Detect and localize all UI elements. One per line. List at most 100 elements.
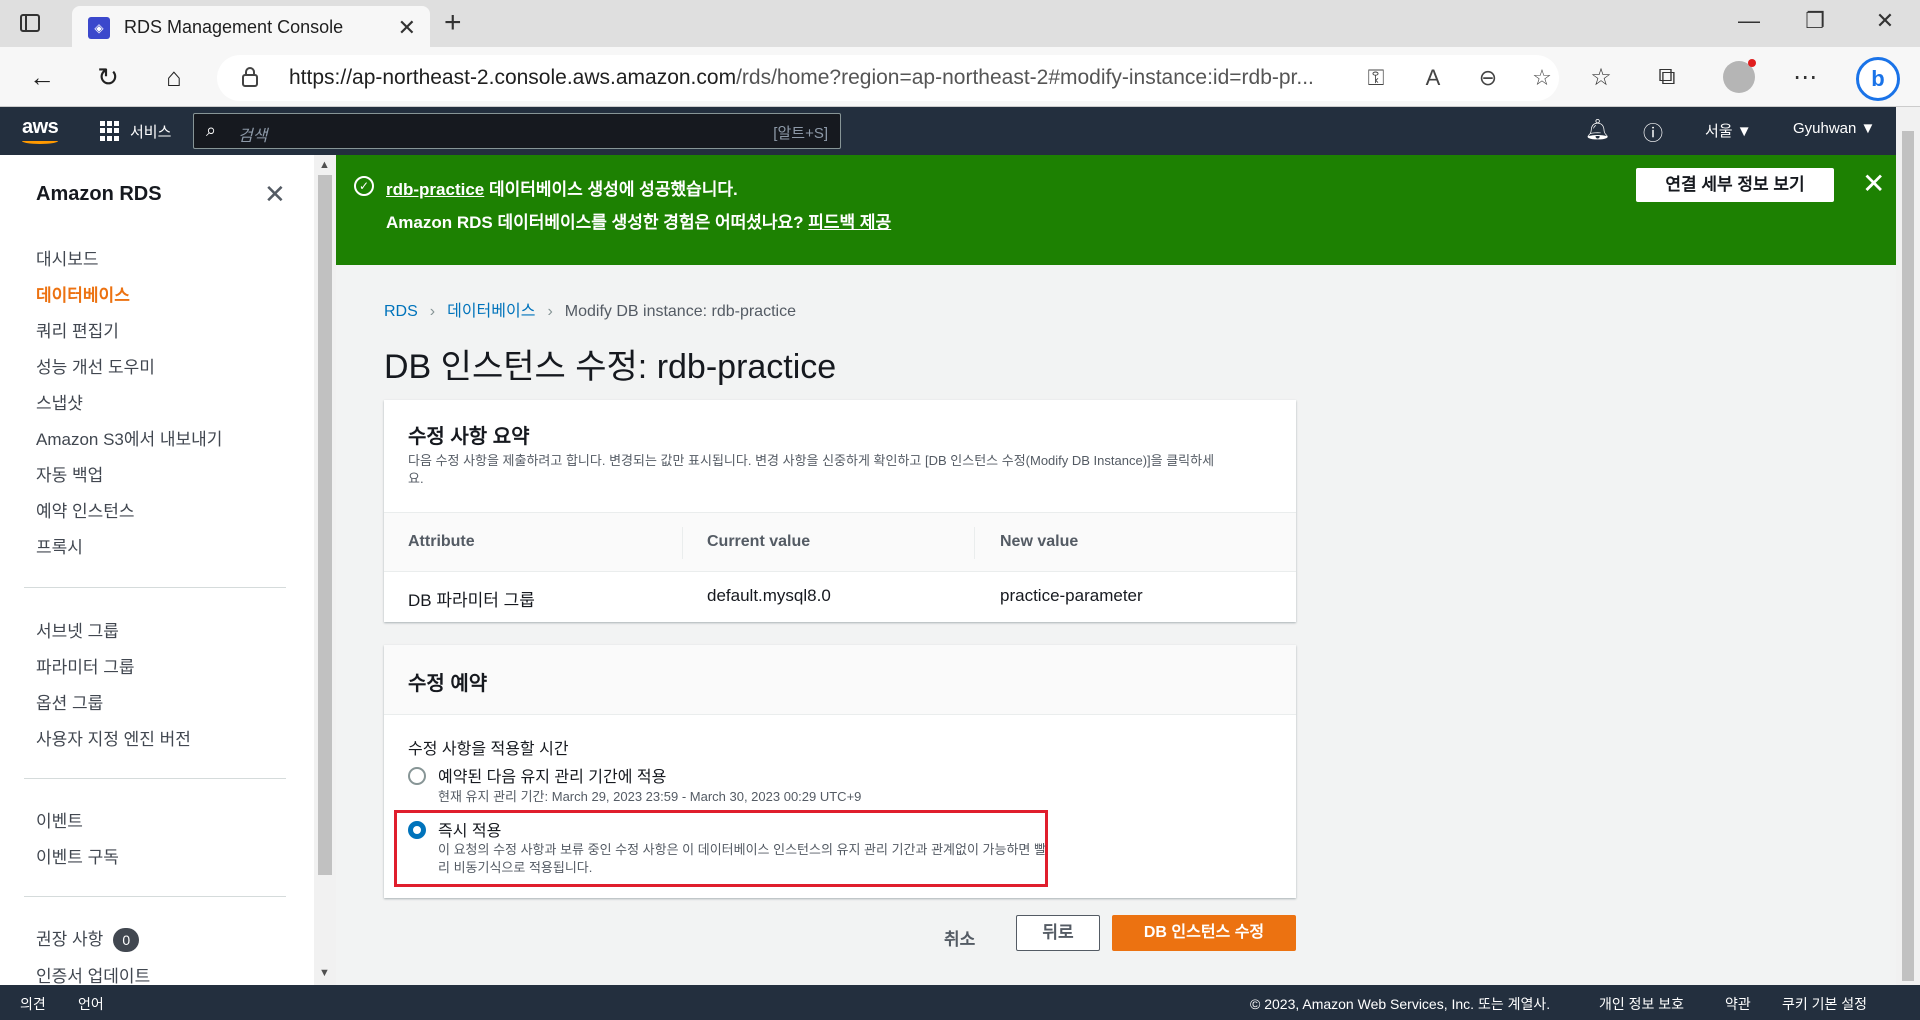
table-cell-attribute: DB 파라미터 그룹 — [408, 591, 535, 610]
lock-icon[interactable] — [241, 67, 259, 87]
sidebar-item-reserved-instances[interactable]: 예약 인스턴스 — [36, 497, 135, 522]
table-cell-current-value: default.mysql8.0 — [707, 586, 831, 605]
notification-dot — [1748, 59, 1756, 67]
sidebar-item-subnet-groups[interactable]: 서브넷 그룹 — [36, 617, 119, 642]
account-menu[interactable]: Gyuhwan ▼ — [1793, 120, 1875, 137]
sidebar-close-icon[interactable]: ✕ — [264, 179, 286, 210]
window-close-icon[interactable]: ✕ — [1870, 8, 1900, 34]
aws-logo-smile — [22, 138, 58, 144]
db-link[interactable]: rdb-practice — [386, 180, 484, 199]
column-divider — [974, 527, 975, 559]
url-field[interactable]: https://ap-northeast-2.console.aws.amazo… — [217, 55, 1559, 101]
help-icon[interactable]: ⓘ — [1643, 117, 1663, 146]
breadcrumb-rds[interactable]: RDS — [384, 303, 418, 320]
summary-title: 수정 사항 요약 — [408, 426, 530, 448]
favorites-icon[interactable]: ☆ — [1585, 63, 1617, 92]
footer-terms-link[interactable]: 약관 — [1725, 994, 1751, 1014]
flash-close-icon[interactable]: ✕ — [1862, 167, 1885, 200]
recommendations-count-badge: 0 — [113, 928, 140, 952]
radio-next-maintenance-label[interactable]: 예약된 다음 유지 관리 기간에 적용 — [438, 763, 666, 787]
scroll-up-icon[interactable]: ▲ — [319, 159, 330, 171]
sidebar-item-events[interactable]: 이벤트 — [36, 807, 83, 832]
key-icon[interactable]: ⚿ — [1361, 65, 1391, 91]
table-cell-new-value: practice-parameter — [1000, 586, 1143, 605]
radio-apply-immediately-label[interactable]: 즉시 적용 — [438, 817, 501, 841]
add-favorite-icon[interactable]: ☆ — [1527, 65, 1557, 91]
main-scroll-thumb[interactable] — [1902, 131, 1914, 981]
sidebar-scroll-thumb[interactable] — [318, 175, 332, 875]
sidebar-item-query-editor[interactable]: 쿼리 편집기 — [36, 317, 119, 342]
column-divider — [682, 527, 683, 559]
main-scrollbar[interactable] — [1896, 107, 1920, 985]
browser-tab-bar: ◈ RDS Management Console ✕ + — ❐ ✕ — [0, 0, 1920, 47]
sidebar-item-certificate-update[interactable]: 인증서 업데이트 — [36, 962, 150, 987]
sidebar-divider — [24, 896, 286, 897]
browser-tab[interactable]: ◈ RDS Management Console ✕ — [72, 6, 430, 47]
minimize-icon[interactable]: — — [1734, 8, 1764, 34]
zoom-icon[interactable]: ⊖ — [1473, 65, 1503, 91]
restore-icon[interactable]: ❐ — [1800, 8, 1830, 34]
radio-next-maintenance-description: 현재 유지 관리 기간: March 29, 2023 23:59 - Marc… — [438, 789, 862, 804]
back-button[interactable]: 뒤로 — [1016, 915, 1100, 951]
rds-favicon-icon: ◈ — [88, 17, 110, 39]
home-icon[interactable]: ⌂ — [158, 61, 190, 93]
refresh-icon[interactable]: ↻ — [92, 61, 124, 93]
feedback-link[interactable]: 피드백 제공 — [808, 213, 891, 232]
region-selector[interactable]: 서울 ▼ — [1705, 120, 1752, 141]
services-grid-icon[interactable] — [100, 121, 120, 141]
radio-next-maintenance-window[interactable] — [408, 767, 426, 785]
radio-apply-immediately[interactable] — [408, 821, 426, 839]
new-tab-icon[interactable]: + — [444, 6, 462, 40]
flash-message: rdb-practice 데이터베이스 생성에 성공했습니다. — [386, 180, 738, 199]
read-aloud-icon[interactable]: A — [1418, 65, 1448, 91]
sidebar-item-parameter-groups[interactable]: 파라미터 그룹 — [36, 653, 135, 678]
scroll-down-icon[interactable]: ▼ — [319, 967, 330, 979]
cancel-button[interactable]: 취소 — [944, 925, 975, 950]
sidebar-item-event-subscriptions[interactable]: 이벤트 구독 — [36, 843, 119, 868]
footer-language-link[interactable]: 언어 — [78, 994, 104, 1014]
view-connection-details-button[interactable]: 연결 세부 정보 보기 — [1636, 168, 1834, 202]
sidebar-item-proxies[interactable]: 프록시 — [36, 533, 83, 558]
chevron-right-icon: › — [547, 303, 553, 320]
sidebar-item-s3-export[interactable]: Amazon S3에서 내보내기 — [36, 425, 222, 450]
sidebar-item-dashboard[interactable]: 대시보드 — [36, 245, 99, 270]
footer-cookie-preferences-link[interactable]: 쿠키 기본 설정 — [1782, 994, 1867, 1014]
table-header: Attribute Current value New value — [384, 512, 1296, 572]
aws-top-nav: aws 서비스 ⌕ 검색 [알트+S] 🔔︎ ⓘ 서울 ▼ Gyuhwan ▼ — [0, 107, 1920, 155]
footer-copyright: © 2023, Amazon Web Services, Inc. 또는 계열사… — [1250, 996, 1551, 1012]
search-icon: ⌕ — [206, 120, 217, 140]
modify-db-instance-button[interactable]: DB 인스턴스 수정 — [1112, 915, 1296, 951]
schedule-panel: 수정 예약 수정 사항을 적용할 시간 예약된 다음 유지 관리 기간에 적용 … — [384, 645, 1296, 898]
chevron-right-icon: › — [429, 303, 436, 320]
search-input[interactable]: ⌕ 검색 [알트+S] — [193, 113, 841, 149]
tab-close-icon[interactable]: ✕ — [398, 15, 416, 41]
schedule-title: 수정 예약 — [408, 673, 488, 695]
aws-logo[interactable]: aws — [22, 116, 59, 139]
sidebar-scrollbar[interactable]: ▲ ▼ — [314, 155, 336, 985]
more-menu-icon[interactable]: ⋯ — [1789, 63, 1821, 92]
sidebar-item-snapshots[interactable]: 스냅샷 — [36, 389, 83, 414]
footer-feedback-link[interactable]: 의견 — [20, 994, 46, 1014]
radio-apply-immediately-description: 이 요청의 수정 사항과 보류 중인 수정 사항은 이 데이터베이스 인스턴스의… — [438, 842, 1046, 875]
notifications-bell-icon[interactable]: 🔔︎ — [1585, 117, 1610, 142]
page-title: DB 인스턴스 수정: rdb-practice — [384, 348, 837, 386]
main-content: ✓ rdb-practice 데이터베이스 생성에 성공했습니다. Amazon… — [336, 155, 1896, 985]
bing-icon[interactable]: b — [1856, 57, 1900, 101]
sidebar-item-recommendations[interactable]: 권장 사항 0 — [36, 925, 140, 952]
url-text: https://ap-northeast-2.console.aws.amazo… — [289, 66, 1314, 89]
collections-icon[interactable]: ⧉ — [1651, 63, 1683, 91]
footer-privacy-link[interactable]: 개인 정보 보호 — [1599, 994, 1684, 1014]
sidebar-item-option-groups[interactable]: 옵션 그룹 — [36, 689, 103, 714]
sidebar-item-automated-backups[interactable]: 자동 백업 — [36, 461, 103, 486]
breadcrumb-databases[interactable]: 데이터베이스 — [447, 303, 535, 320]
success-flash-banner: ✓ rdb-practice 데이터베이스 생성에 성공했습니다. Amazon… — [336, 155, 1896, 265]
back-icon[interactable]: ← — [26, 61, 58, 93]
sidebar-item-custom-engine-versions[interactable]: 사용자 지정 엔진 버전 — [36, 725, 191, 750]
column-header-attribute: Attribute — [408, 533, 475, 550]
sidebar-divider — [24, 587, 286, 588]
sidebar-item-performance-insights[interactable]: 성능 개선 도우미 — [36, 353, 155, 378]
sidebar-item-databases[interactable]: 데이터베이스 — [36, 281, 130, 306]
tab-actions-icon[interactable] — [18, 11, 42, 35]
breadcrumb-current: Modify DB instance: rdb-practice — [564, 303, 796, 320]
services-menu[interactable]: 서비스 — [130, 121, 171, 142]
